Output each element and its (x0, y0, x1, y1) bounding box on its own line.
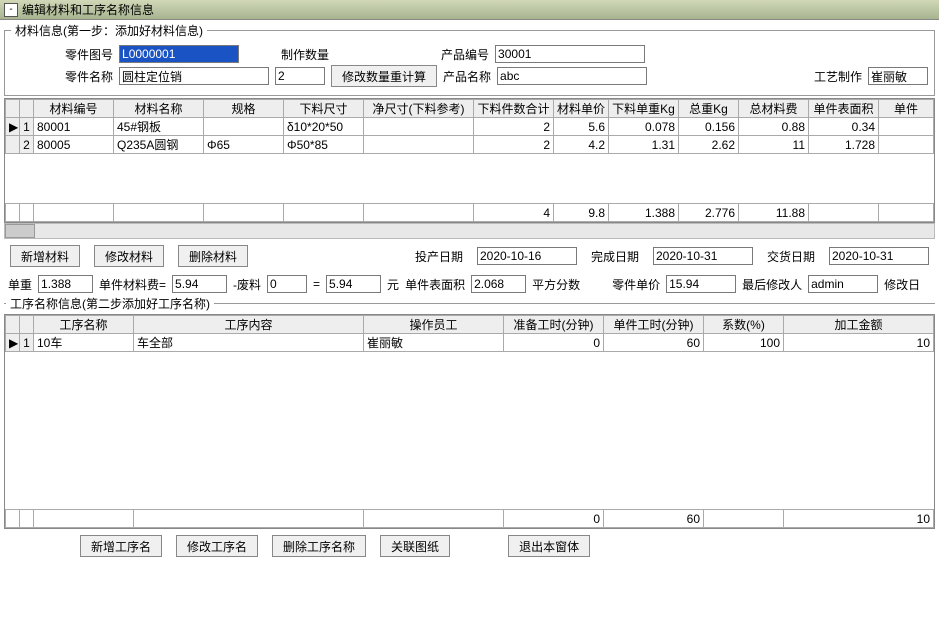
unit-surf-input[interactable] (471, 275, 526, 293)
table-row[interactable]: ▶110车车全部崔丽敏06010010 (6, 334, 934, 352)
label-make-qty: 制作数量 (281, 46, 329, 63)
mat-col-header[interactable]: 下料件数合计 (474, 100, 554, 118)
mat-col-header[interactable]: 材料名称 (114, 100, 204, 118)
operation-section: 工序名称信息(第二步添加好工序名称) (4, 295, 935, 314)
op-col-header[interactable]: 操作员工 (364, 316, 504, 334)
op-col-header[interactable]: 工序内容 (134, 316, 364, 334)
net-input[interactable] (326, 275, 381, 293)
prod-no-input[interactable] (495, 45, 645, 63)
mat-col-header[interactable] (20, 100, 34, 118)
mat-col-header[interactable]: 单件表面积 (809, 100, 879, 118)
unit-mat-cost-input[interactable] (172, 275, 227, 293)
op-col-header[interactable]: 单件工时(分钟) (604, 316, 704, 334)
mat-col-header[interactable]: 规格 (204, 100, 284, 118)
table-row[interactable]: ▶18000145#钢板δ10*20*5025.60.0780.1560.880… (6, 118, 934, 136)
op-col-header[interactable] (20, 316, 34, 334)
unit-weight-input[interactable] (38, 275, 93, 293)
add-operation-button[interactable]: 新增工序名 (80, 535, 162, 557)
mat-col-header[interactable] (6, 100, 20, 118)
label-scrap: -废料 (233, 276, 261, 293)
label-deliver-date: 交货日期 (767, 248, 815, 265)
op-total-row: 06010 (6, 510, 934, 528)
label-unit-surf: 单件表面积 (405, 276, 465, 293)
unit-price-input[interactable] (666, 275, 736, 293)
mat-col-header[interactable]: 单件 (879, 100, 934, 118)
edit-operation-button[interactable]: 修改工序名 (176, 535, 258, 557)
operation-legend: 工序名称信息(第二步添加好工序名称) (6, 295, 214, 312)
op-col-header[interactable]: 加工金额 (784, 316, 934, 334)
label-yuan: 元 (387, 276, 399, 293)
scrap-input[interactable] (267, 275, 307, 293)
prod-name-input[interactable] (497, 67, 647, 85)
label-unit-weight: 单重 (8, 276, 32, 293)
exit-button[interactable]: 退出本窗体 (508, 535, 590, 557)
op-col-header[interactable] (6, 316, 20, 334)
label-mod-date: 修改日 (884, 276, 920, 293)
mat-col-header[interactable]: 下料尺寸 (284, 100, 364, 118)
label-prod-name: 产品名称 (443, 68, 491, 85)
mat-col-header[interactable]: 净尺寸(下料参考) (364, 100, 474, 118)
titlebar: - 编辑材料和工序名称信息 (0, 0, 939, 20)
finish-date-input[interactable] (653, 247, 753, 265)
start-date-input[interactable] (477, 247, 577, 265)
op-col-header[interactable]: 工序名称 (34, 316, 134, 334)
window-icon: - (4, 3, 18, 17)
op-col-header[interactable]: 系数(%) (704, 316, 784, 334)
label-sq-score: 平方分数 (532, 276, 580, 293)
delete-operation-button[interactable]: 删除工序名称 (272, 535, 366, 557)
craft-by-input[interactable] (868, 67, 928, 85)
label-unit-price: 零件单价 (612, 276, 660, 293)
add-material-button[interactable]: 新增材料 (10, 245, 80, 267)
last-mod-input[interactable] (808, 275, 878, 293)
link-drawing-button[interactable]: 关联图纸 (380, 535, 450, 557)
deliver-date-input[interactable] (829, 247, 929, 265)
material-scrollbar[interactable] (4, 223, 935, 239)
mat-col-header[interactable]: 下料单重Kg (609, 100, 679, 118)
mat-col-header[interactable]: 材料单价 (554, 100, 609, 118)
label-unit-mat-cost: 单件材料费= (99, 276, 166, 293)
mat-col-header[interactable]: 总材料费 (739, 100, 809, 118)
mat-total-row: 49.81.3882.77611.88 (6, 204, 934, 222)
label-eq: = (313, 277, 320, 291)
label-part-name: 零件名称 (65, 68, 113, 85)
operation-grid[interactable]: 工序名称工序内容操作员工准备工时(分钟)单件工时(分钟)系数(%)加工金额 ▶1… (4, 314, 935, 529)
label-craft-by: 工艺制作 (814, 68, 862, 85)
label-part-draw-no: 零件图号 (65, 46, 113, 63)
window-title: 编辑材料和工序名称信息 (22, 1, 154, 18)
mat-col-header[interactable]: 材料编号 (34, 100, 114, 118)
label-finish-date: 完成日期 (591, 248, 639, 265)
recalc-button[interactable]: 修改数量重计算 (331, 65, 437, 87)
material-section: 材料信息(第一步：添加好材料信息) 零件图号 制作数量 产品编号 零件名称 修改… (4, 22, 935, 96)
make-qty-input[interactable] (275, 67, 325, 85)
part-draw-no-input[interactable] (119, 45, 239, 63)
delete-material-button[interactable]: 删除材料 (178, 245, 248, 267)
op-col-header[interactable]: 准备工时(分钟) (504, 316, 604, 334)
label-prod-no: 产品编号 (441, 46, 489, 63)
material-grid[interactable]: 材料编号材料名称规格下料尺寸净尺寸(下料参考)下料件数合计材料单价下料单重Kg总… (4, 98, 935, 223)
label-last-mod: 最后修改人 (742, 276, 802, 293)
label-start-date: 投产日期 (415, 248, 463, 265)
part-name-input[interactable] (119, 67, 269, 85)
material-legend: 材料信息(第一步：添加好材料信息) (11, 22, 207, 39)
table-row[interactable]: 280005Q235A圆钢Φ65Φ50*8524.21.312.62111.72… (6, 136, 934, 154)
mat-col-header[interactable]: 总重Kg (679, 100, 739, 118)
edit-material-button[interactable]: 修改材料 (94, 245, 164, 267)
